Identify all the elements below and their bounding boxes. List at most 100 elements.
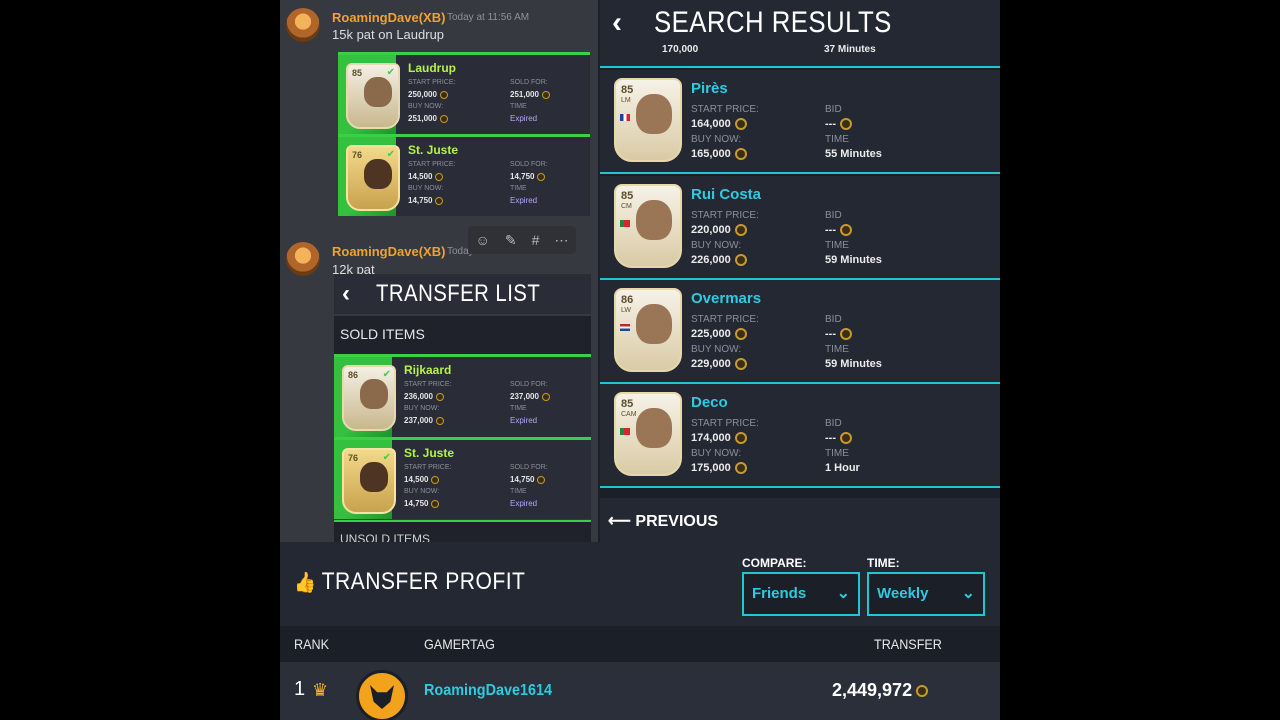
avatar[interactable] xyxy=(286,242,320,276)
search-result-row[interactable]: 85 CM Rui Costa START PRICE: 220,000 BUY… xyxy=(600,176,1000,280)
search-results-header: ‹ SEARCH RESULTS xyxy=(600,0,1000,50)
time-value: Expired xyxy=(510,499,538,508)
arrow-left-icon: ⟵ xyxy=(608,513,631,530)
message-hover-toolbar: ☺ ✎ # ⋯ xyxy=(468,226,576,254)
add-reaction-icon[interactable]: ☺ xyxy=(476,232,490,248)
player-face-icon xyxy=(360,379,388,409)
sold-for-label: SOLD FOR: xyxy=(510,381,548,388)
sold-items-section-header: SOLD ITEMS xyxy=(334,316,591,354)
buy-now-value: 251,000 xyxy=(408,114,448,123)
gamertag[interactable]: RoamingDave1614 xyxy=(424,682,552,700)
start-price-label: START PRICE: xyxy=(404,381,452,388)
start-price-label: START PRICE: xyxy=(404,464,452,471)
compare-label: COMPARE: xyxy=(742,556,807,570)
coin-icon xyxy=(439,114,448,123)
card-rating: 85 xyxy=(621,84,634,96)
time-label: TIME: xyxy=(867,556,900,570)
buy-now-value: 226,000 xyxy=(691,254,747,267)
player-card: 76 ✔ xyxy=(342,448,396,514)
chevron-down-icon: ⌄ xyxy=(836,585,850,602)
check-icon: ✔ xyxy=(382,369,391,380)
card-rating: 86 xyxy=(621,294,634,306)
card-rating: 85 xyxy=(352,68,363,78)
player-card: 85 LM xyxy=(614,78,682,162)
edit-icon[interactable]: ✎ xyxy=(505,232,517,249)
player-card: 76 ✔ xyxy=(346,145,400,211)
previous-page-button[interactable]: ⟵ PREVIOUS xyxy=(600,498,1000,542)
buy-now-label: BUY NOW: xyxy=(691,448,742,459)
leaderboard-header: RANK GAMERTAG TRANSFER xyxy=(280,626,1000,662)
coin-icon xyxy=(734,254,747,267)
message-author[interactable]: RoamingDave(XB) xyxy=(332,244,445,259)
search-result-row[interactable]: 86 LW Overmars START PRICE: 225,000 BUY … xyxy=(600,280,1000,384)
player-card: 85 CM xyxy=(614,184,682,268)
transfer-profit-panel: 👍 TRANSFER PROFIT COMPARE: Friends ⌄ TIME… xyxy=(280,542,1000,720)
buy-now-value: 165,000 xyxy=(691,148,747,161)
search-result-row[interactable]: 85 CAM Deco START PRICE: 174,000 BUY NOW… xyxy=(600,384,1000,488)
time-label: TIME xyxy=(825,240,849,251)
start-price-value: 174,000 xyxy=(691,432,747,445)
partial-result-row[interactable]: 170,000 37 Minutes xyxy=(600,44,1000,68)
thumbs-up-icon: 👍 xyxy=(294,572,317,594)
chevron-down-icon: ⌄ xyxy=(961,585,975,602)
back-arrow-icon[interactable]: ‹ xyxy=(612,6,622,40)
thread-icon[interactable]: # xyxy=(532,232,540,248)
time-value: 55 Minutes xyxy=(825,148,882,160)
composite-screenshot: RoamingDave(XB) Today at 11:56 AM 15k pa… xyxy=(280,0,1000,720)
club-badge-icon xyxy=(356,670,408,720)
coin-icon xyxy=(435,196,444,205)
time-value: Weekly xyxy=(877,585,929,602)
more-icon[interactable]: ⋯ xyxy=(554,232,568,249)
coin-icon xyxy=(734,148,747,161)
card-rating: 76 xyxy=(352,150,363,160)
card-rating: 85 xyxy=(621,398,634,410)
card-position: CM xyxy=(621,203,632,210)
buy-now-value: 175,000 xyxy=(691,462,747,475)
player-name: Overmars xyxy=(691,290,762,307)
compare-dropdown[interactable]: Friends ⌄ xyxy=(742,572,860,616)
sold-item-card: 76 ✔ St. Juste START PRICE: 14,500 BUY N… xyxy=(334,437,591,519)
time-value: 59 Minutes xyxy=(825,254,882,266)
check-icon: ✔ xyxy=(386,67,395,78)
player-name: St. Juste xyxy=(408,143,459,157)
time-value: Expired xyxy=(510,114,538,123)
check-icon: ✔ xyxy=(382,452,391,463)
start-price-label: START PRICE: xyxy=(408,79,456,86)
time-value: 1 Hour xyxy=(825,462,860,474)
buy-now-label: BUY NOW: xyxy=(691,240,742,251)
sold-for-value: 251,000 xyxy=(510,90,550,99)
bid-label: BID xyxy=(825,314,842,325)
player-card: 85 CAM xyxy=(614,392,682,476)
leaderboard-row[interactable]: 1 ♛ RoamingDave1614 2,449,972 xyxy=(280,662,1000,720)
buy-now-label: BUY NOW: xyxy=(404,405,440,412)
player-name: Rijkaard xyxy=(404,363,452,377)
card-rating: 85 xyxy=(621,190,634,202)
sold-item-card: 76 ✔ St. Juste START PRICE: 14,500 BUY N… xyxy=(338,134,590,216)
player-face-icon xyxy=(364,77,392,107)
check-icon: ✔ xyxy=(386,149,395,160)
buy-now-value: 237,000 xyxy=(404,416,444,425)
previous-label: PREVIOUS xyxy=(635,513,719,530)
search-result-row[interactable]: 85 LM Pirès START PRICE: 164,000 BUY NOW… xyxy=(600,70,1000,174)
start-price-label: START PRICE: xyxy=(691,418,759,429)
page-title: SEARCH RESULTS xyxy=(654,6,892,39)
bid-value: --- xyxy=(825,224,852,237)
time-label: TIME xyxy=(510,185,527,192)
coin-icon xyxy=(431,499,440,508)
card-rating: 86 xyxy=(348,370,359,380)
sold-item-card: 86 ✔ Rijkaard START PRICE: 236,000 BUY N… xyxy=(334,354,591,438)
buy-now-label: BUY NOW: xyxy=(408,103,444,110)
message-author[interactable]: RoamingDave(XB) xyxy=(332,10,445,25)
player-name: Deco xyxy=(691,394,728,411)
avatar[interactable] xyxy=(286,8,320,42)
sold-for-value: 14,750 xyxy=(510,172,546,181)
back-arrow-icon[interactable]: ‹ xyxy=(342,280,350,308)
nation-flag-icon xyxy=(620,220,630,227)
player-name: Laudrup xyxy=(408,61,456,75)
card-rating: 76 xyxy=(348,453,359,463)
start-price-value: 236,000 xyxy=(404,392,444,401)
sold-for-value: 237,000 xyxy=(510,392,550,401)
player-face-icon xyxy=(636,200,672,240)
start-price-value: 164,000 xyxy=(691,118,747,131)
time-dropdown[interactable]: Weekly ⌄ xyxy=(867,572,985,616)
